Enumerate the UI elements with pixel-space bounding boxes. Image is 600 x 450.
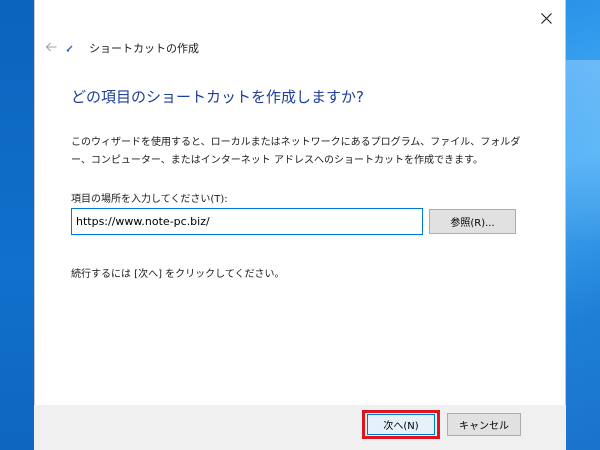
back-arrow-icon bbox=[45, 42, 57, 52]
window-title: ショートカットの作成 bbox=[89, 42, 199, 55]
location-input[interactable] bbox=[71, 208, 423, 235]
cancel-button[interactable]: キャンセル bbox=[447, 413, 521, 436]
back-button[interactable] bbox=[43, 40, 59, 54]
close-button[interactable] bbox=[533, 6, 559, 30]
wizard-description: このウィザードを使用すると、ローカルまたはネットワークにあるプログラム、ファイル… bbox=[71, 137, 521, 166]
close-icon bbox=[540, 12, 552, 24]
create-shortcut-dialog: ショートカットの作成 どの項目のショートカットを作成しますか? このウィザードを… bbox=[34, 0, 566, 450]
browse-button[interactable]: 参照(R)... bbox=[429, 209, 516, 234]
location-label: 項目の場所を入力してください(T): bbox=[71, 194, 228, 205]
desktop-background-right bbox=[566, 0, 600, 450]
shortcut-icon bbox=[66, 45, 73, 52]
title-bar: ショートカットの作成 bbox=[35, 36, 565, 58]
continue-hint: 続行するには [次へ] をクリックしてください。 bbox=[71, 269, 285, 280]
wizard-heading: どの項目のショートカットを作成しますか? bbox=[71, 88, 364, 106]
desktop-background-left bbox=[0, 0, 34, 450]
next-button[interactable]: 次へ(N) bbox=[367, 414, 435, 435]
